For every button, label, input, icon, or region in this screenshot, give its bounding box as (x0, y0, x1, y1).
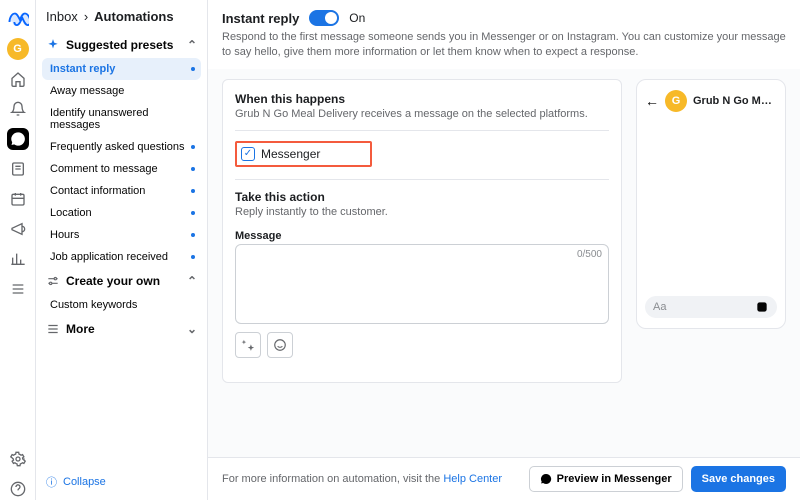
breadcrumb: Inbox › Automations (36, 0, 207, 32)
section-title: Suggested presets (66, 38, 173, 52)
custom-preset-list: Custom keywords (36, 294, 207, 316)
notifications-icon[interactable] (7, 98, 29, 120)
presets-panel: Inbox › Automations Suggested presets ⌃ … (36, 0, 208, 500)
messenger-preview: ← G Grub N Go M… Aa (636, 79, 786, 329)
breadcrumb-current: Automations (94, 9, 173, 24)
menu-icon[interactable] (7, 278, 29, 300)
enable-toggle[interactable] (309, 10, 339, 26)
personalize-button[interactable] (235, 332, 261, 358)
messenger-icon (540, 473, 552, 485)
when-title: When this happens (235, 92, 609, 106)
back-arrow-icon[interactable]: ← (645, 93, 659, 109)
preset-identify-unanswered[interactable]: Identify unanswered messages (42, 102, 201, 136)
preset-location[interactable]: Location (42, 202, 201, 224)
action-title: Take this action (235, 190, 609, 204)
section-title: Create your own (66, 274, 160, 288)
insights-icon[interactable] (7, 248, 29, 270)
section-more[interactable]: More ⌄ (36, 316, 207, 342)
automation-header: Instant reply On Respond to the first me… (208, 0, 800, 69)
platform-label: Messenger (261, 147, 320, 161)
message-label: Message (235, 230, 609, 242)
settings-icon[interactable] (7, 448, 29, 470)
automation-description: Respond to the first message someone sen… (222, 30, 786, 61)
account-avatar[interactable]: G (7, 38, 29, 60)
nav-rail: G (0, 0, 36, 500)
preset-instant-reply[interactable]: Instant reply (42, 58, 201, 80)
preview-name: Grub N Go M… (693, 95, 777, 107)
action-description: Reply instantly to the customer. (235, 206, 609, 218)
list-icon (46, 322, 60, 336)
footer-info: For more information on automation, visi… (222, 473, 502, 485)
preset-custom-keywords[interactable]: Custom keywords (42, 294, 201, 316)
home-icon[interactable] (7, 68, 29, 90)
inbox-icon[interactable] (7, 128, 29, 150)
message-textarea[interactable]: 0/500 (235, 244, 609, 324)
collapse-label: Collapse (63, 476, 106, 488)
preview-input: Aa (645, 296, 777, 318)
sticker-icon (755, 300, 769, 314)
preview-placeholder: Aa (653, 301, 755, 313)
section-suggested-presets[interactable]: Suggested presets ⌃ (36, 32, 207, 58)
platform-messenger-row[interactable]: ✓ Messenger (235, 141, 372, 167)
info-icon: ⓘ (46, 474, 57, 490)
preview-avatar: G (665, 90, 687, 112)
char-counter: 0/500 (577, 249, 602, 260)
section-title: More (66, 322, 95, 336)
preset-faq[interactable]: Frequently asked questions (42, 136, 201, 158)
meta-logo-icon (7, 8, 29, 30)
checkbox-checked-icon[interactable]: ✓ (241, 147, 255, 161)
preview-in-messenger-button[interactable]: Preview in Messenger (529, 466, 683, 492)
planner-icon[interactable] (7, 188, 29, 210)
preset-comment-to-message[interactable]: Comment to message (42, 158, 201, 180)
automation-editor: When this happens Grub N Go Meal Deliver… (222, 79, 622, 383)
suggested-preset-list: Instant reply Away message Identify unan… (36, 58, 207, 268)
breadcrumb-parent[interactable]: Inbox (46, 9, 78, 24)
chevron-up-icon: ⌃ (187, 274, 197, 288)
sparkle-icon (46, 38, 60, 52)
help-icon[interactable] (7, 478, 29, 500)
adjust-icon (46, 274, 60, 288)
preset-contact-info[interactable]: Contact information (42, 180, 201, 202)
posts-icon[interactable] (7, 158, 29, 180)
main-content: Instant reply On Respond to the first me… (208, 0, 800, 500)
preset-job-application[interactable]: Job application received (42, 246, 201, 268)
preset-hours[interactable]: Hours (42, 224, 201, 246)
section-create-your-own[interactable]: Create your own ⌃ (36, 268, 207, 294)
footer-bar: For more information on automation, visi… (208, 457, 800, 500)
collapse-button[interactable]: ⓘ Collapse (36, 464, 207, 500)
automation-title: Instant reply (222, 11, 299, 26)
when-description: Grub N Go Meal Delivery receives a messa… (235, 108, 609, 120)
save-changes-button[interactable]: Save changes (691, 466, 786, 492)
emoji-button[interactable] (267, 332, 293, 358)
chevron-up-icon: ⌃ (187, 38, 197, 52)
help-center-link[interactable]: Help Center (443, 473, 502, 485)
ads-icon[interactable] (7, 218, 29, 240)
toggle-state-label: On (349, 11, 365, 25)
chevron-right-icon: › (84, 9, 88, 24)
chevron-down-icon: ⌄ (187, 322, 197, 336)
preset-away-message[interactable]: Away message (42, 80, 201, 102)
